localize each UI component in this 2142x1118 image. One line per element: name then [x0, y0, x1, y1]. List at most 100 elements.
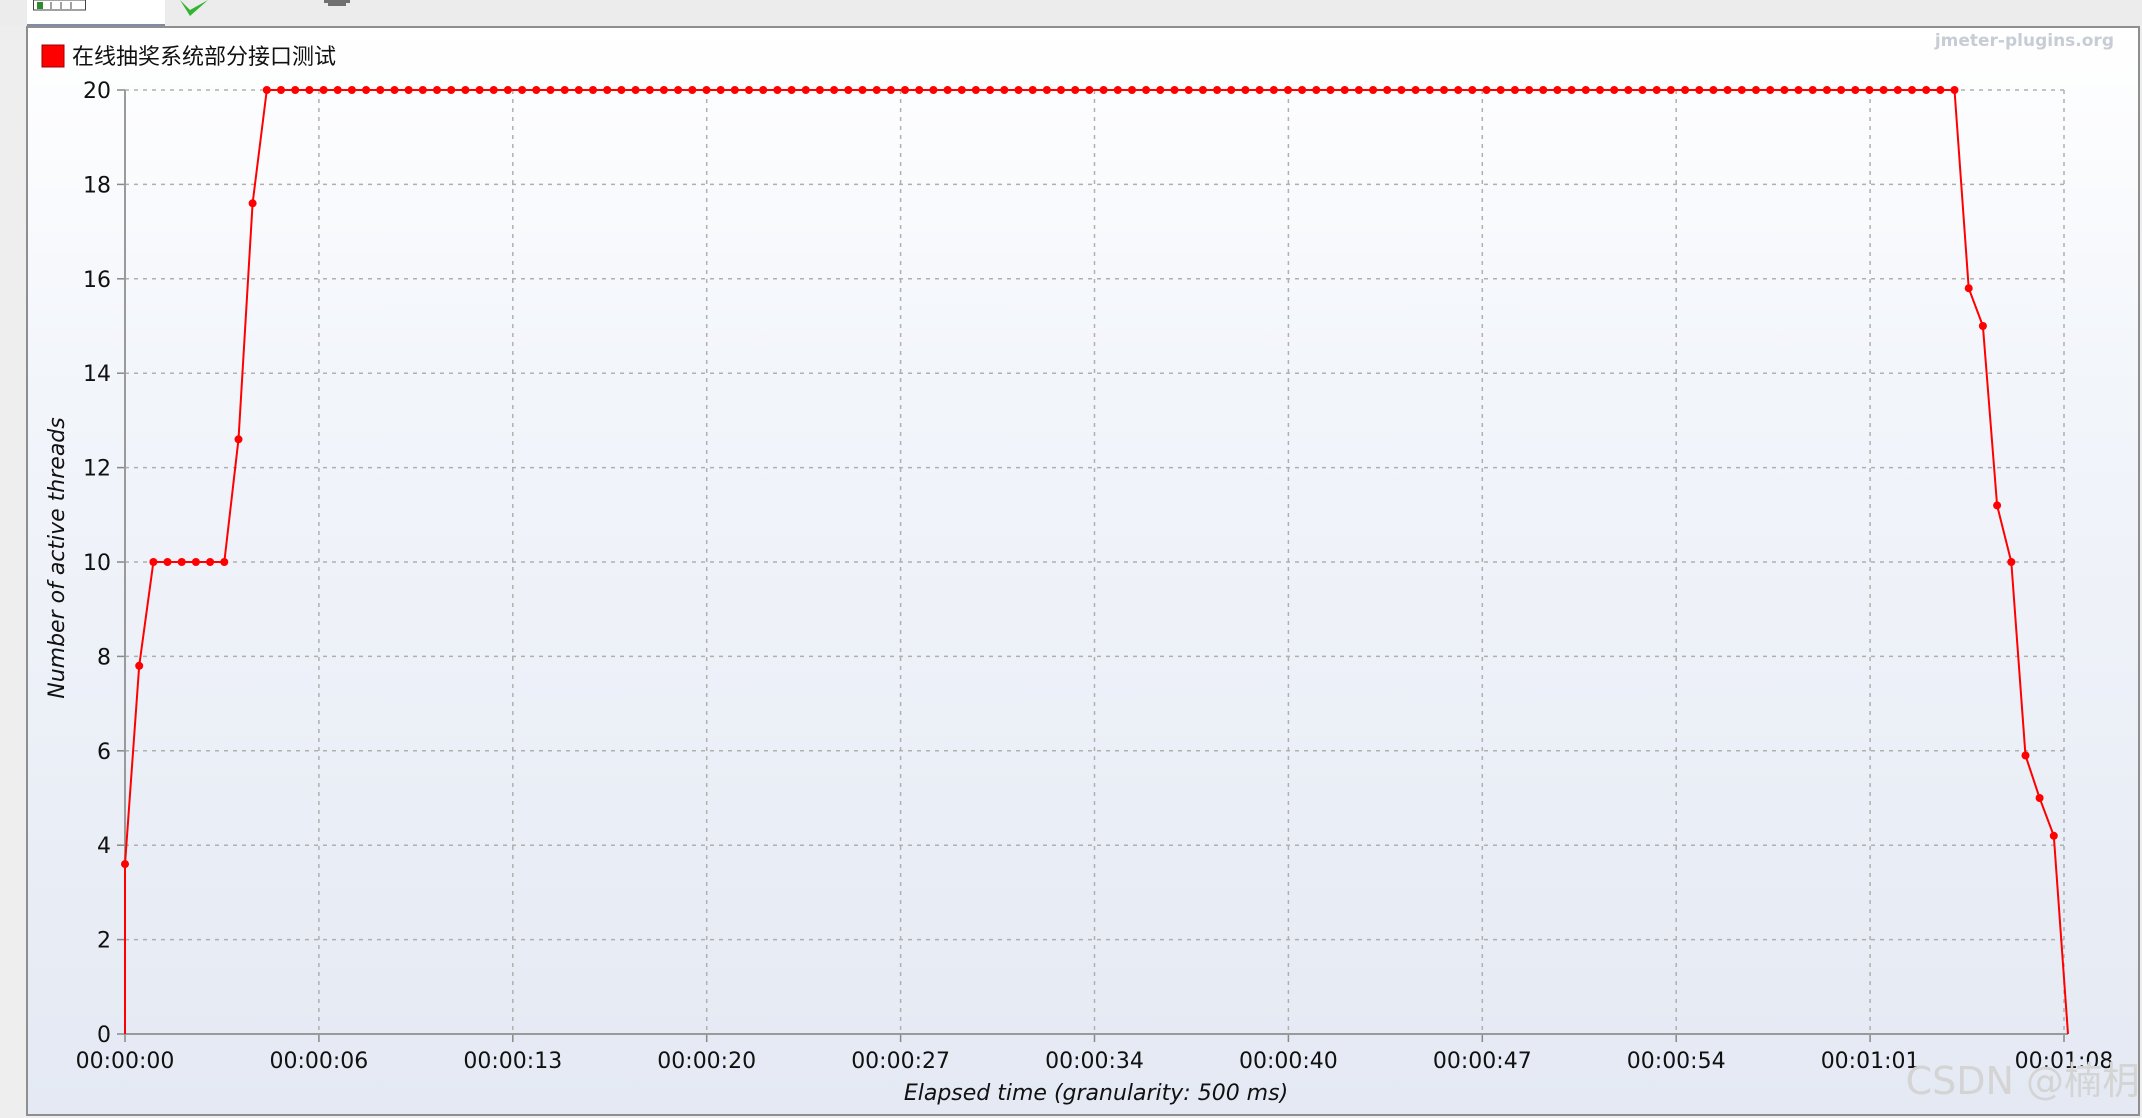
data-point [1893, 86, 1902, 94]
data-point [801, 86, 810, 94]
data-point [1610, 86, 1619, 94]
data-point [418, 86, 427, 94]
data-point [1085, 86, 1094, 94]
data-point [191, 558, 200, 566]
data-point [943, 86, 952, 94]
data-point [1794, 86, 1803, 94]
data-point [1766, 86, 1775, 94]
data-point [206, 558, 215, 566]
data-point [1383, 86, 1392, 94]
data-point [1737, 86, 1746, 94]
data-point [177, 558, 186, 566]
data-point [163, 558, 172, 566]
csdn-watermark: CSDN @楠枂 [1906, 1059, 2140, 1103]
active-threads-chart: 02468101214161820 00:00:00 00:00:06 00:00:… [41, 31, 2140, 1106]
data-point [1255, 86, 1264, 94]
data-point [886, 86, 895, 94]
data-point [1567, 86, 1576, 94]
data-point [844, 86, 853, 94]
data-point [1014, 86, 1023, 94]
data-point [1284, 86, 1292, 94]
data-point [1822, 86, 1831, 94]
data-point [347, 86, 356, 94]
x-tick-label: 00:00:54 [1627, 1049, 1726, 1074]
data-point [220, 558, 229, 566]
y-tick-label: 8 [97, 645, 111, 670]
x-tick-label: 00:00:00 [76, 1049, 175, 1074]
data-point [461, 86, 470, 94]
data-point [787, 86, 796, 94]
data-point [503, 86, 512, 94]
data-point [1482, 86, 1491, 94]
y-tick-label: 12 [83, 457, 111, 482]
data-point [631, 86, 640, 94]
data-point [1113, 86, 1122, 94]
data-point [447, 86, 456, 94]
data-point [1411, 86, 1420, 94]
data-point [589, 86, 597, 94]
data-point [1709, 86, 1718, 94]
y-tick-label: 10 [83, 551, 111, 576]
data-point [1525, 86, 1534, 94]
data-point [362, 86, 371, 94]
data-point [1198, 86, 1207, 94]
data-point [674, 86, 683, 94]
data-point [1397, 86, 1406, 94]
data-point [1042, 86, 1051, 94]
data-point [901, 86, 909, 94]
data-point [603, 86, 612, 94]
data-point [1553, 86, 1562, 94]
data-point [1156, 86, 1165, 94]
data-point [1879, 86, 1888, 94]
data-point [149, 558, 158, 566]
data-point [1922, 86, 1931, 94]
data-point [546, 86, 555, 94]
data-point [2035, 794, 2044, 802]
x-tick-label: 00:00:34 [1045, 1049, 1144, 1074]
legend-label: 在线抽奖系统部分接口测试 [72, 45, 336, 70]
data-point [1964, 284, 1973, 293]
y-tick-label: 6 [97, 740, 111, 765]
data-point [248, 199, 257, 208]
data-point [1808, 86, 1817, 94]
y-tick-label: 0 [97, 1023, 111, 1048]
data-point [1312, 86, 1321, 94]
legend-swatch [41, 44, 65, 68]
data-point [1028, 86, 1037, 94]
data-point [1269, 86, 1278, 94]
data-point [1128, 86, 1136, 94]
data-point [986, 86, 995, 94]
data-point [745, 86, 753, 94]
data-point [121, 860, 129, 869]
y-axis-ticks: 0 2 4 6 8 10 12 14 16 18 20 [83, 79, 125, 1048]
data-point [560, 86, 569, 94]
data-point [135, 661, 144, 670]
y-tick-label: 2 [97, 929, 111, 954]
data-point [532, 86, 541, 94]
x-tick-label: 00:00:27 [851, 1049, 950, 1074]
data-point [1539, 86, 1548, 94]
x-tick-label: 00:00:06 [269, 1049, 368, 1074]
data-point [404, 86, 413, 94]
data-point [773, 86, 782, 94]
data-point [1170, 86, 1179, 94]
data-point [645, 86, 654, 94]
data-point [830, 86, 839, 94]
data-point [1000, 86, 1009, 94]
y-tick-label: 16 [83, 268, 111, 293]
data-point [915, 86, 924, 94]
data-point [1213, 86, 1222, 94]
data-point [1652, 86, 1661, 94]
data-point [262, 86, 271, 94]
data-point [1142, 86, 1151, 94]
data-point [1865, 86, 1874, 94]
data-point [1071, 86, 1080, 94]
data-point [929, 86, 938, 94]
data-point [759, 86, 768, 94]
data-point [1099, 86, 1108, 94]
data-point [971, 86, 980, 94]
x-axis-ticks: 00:00:00 00:00:06 00:00:13 00:00:20 00:00:27… [76, 1034, 2113, 1074]
data-point [1950, 86, 1959, 94]
data-point [815, 86, 824, 94]
data-point [1993, 501, 2002, 510]
